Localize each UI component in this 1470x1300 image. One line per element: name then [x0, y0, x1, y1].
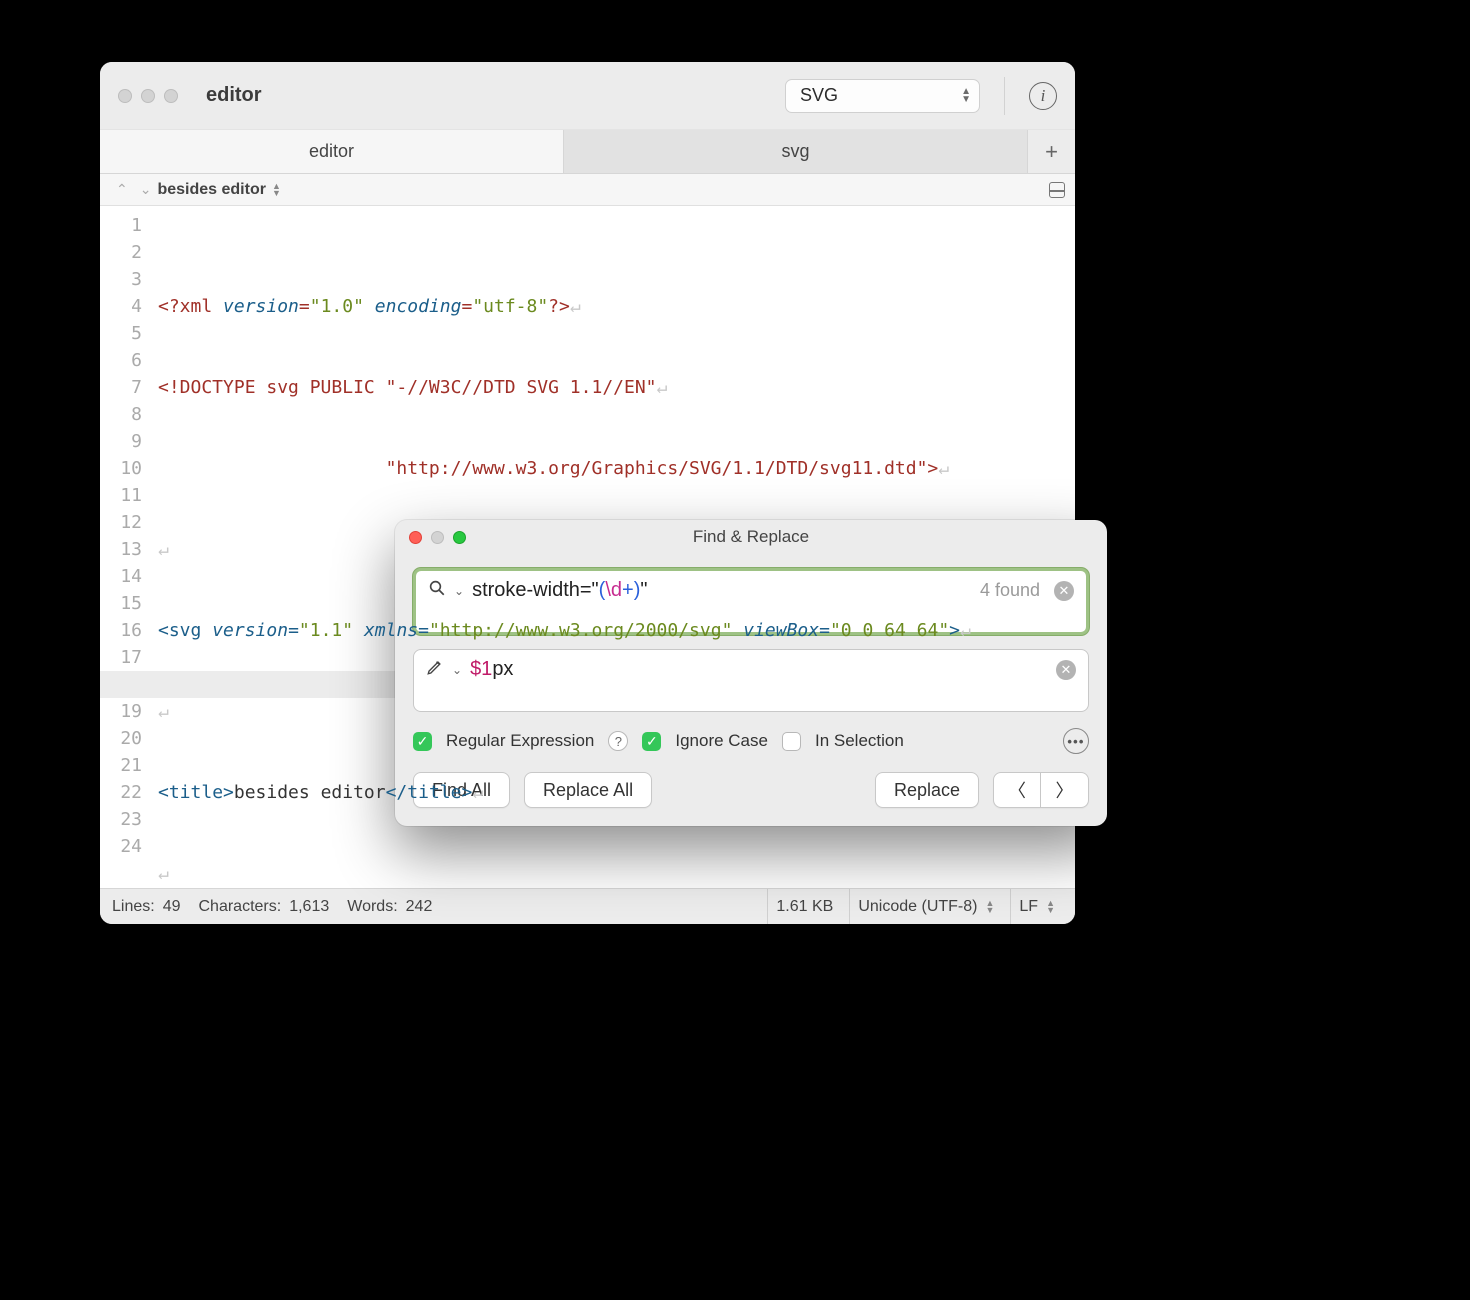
zoom-icon[interactable]: [164, 89, 178, 103]
chevron-down-icon[interactable]: ⌄: [140, 181, 152, 198]
status-lines-label: Lines:: [112, 898, 155, 916]
chevron-down-icon[interactable]: ⌄: [454, 584, 464, 598]
help-icon[interactable]: ?: [608, 731, 628, 751]
find-options: ✓ Regular Expression ? ✓ Ignore Case In …: [413, 728, 1089, 754]
regex-checkbox[interactable]: ✓: [413, 732, 432, 751]
chevron-updown-icon: ▲▼: [985, 900, 994, 914]
clear-icon[interactable]: ✕: [1054, 581, 1074, 601]
chevron-updown-icon[interactable]: ▲▼: [272, 183, 281, 197]
info-icon[interactable]: i: [1029, 82, 1057, 110]
clear-icon[interactable]: ✕: [1056, 660, 1076, 680]
tab-editor[interactable]: editor: [100, 130, 564, 173]
close-icon[interactable]: [118, 89, 132, 103]
encoding-select[interactable]: Unicode (UTF-8) ▲▼: [849, 889, 1002, 924]
chevron-down-icon[interactable]: ⌄: [452, 663, 462, 677]
traffic-lights: [118, 89, 178, 103]
editor-window: editor SVG ▲▼ i editor svg + ⌃ ⌄ besides…: [100, 62, 1075, 924]
status-chars-label: Characters:: [199, 898, 282, 916]
titlebar: editor SVG ▲▼ i: [100, 62, 1075, 130]
code-area[interactable]: <?xml version="1.0" encoding="utf-8"?>↵ …: [150, 206, 1075, 888]
path-label[interactable]: besides editor: [157, 181, 265, 199]
tab-svg[interactable]: svg: [564, 130, 1027, 173]
find-text: stroke-width="(\d+)": [472, 579, 972, 602]
ignore-case-label: Ignore Case: [675, 731, 768, 751]
divider: [1004, 77, 1005, 115]
layout-icon[interactable]: [1049, 182, 1065, 198]
replace-text: $1px: [470, 658, 1048, 681]
path-bar: ⌃ ⌄ besides editor ▲▼: [100, 174, 1075, 206]
status-bar: Lines: 49 Characters: 1,613 Words: 242 1…: [100, 888, 1075, 924]
tab-label: editor: [309, 141, 354, 162]
in-selection-checkbox[interactable]: [782, 732, 801, 751]
tab-label: svg: [781, 141, 809, 162]
search-icon: [428, 579, 446, 602]
status-words-value: 242: [406, 898, 433, 916]
status-size: 1.61 KB: [767, 889, 841, 924]
syntax-mode-select[interactable]: SVG ▲▼: [785, 79, 980, 113]
line-gutter: 123456789101112131415161718192021222324: [100, 206, 150, 888]
tab-bar: editor svg +: [100, 130, 1075, 174]
status-chars-value: 1,613: [289, 898, 329, 916]
minimize-icon[interactable]: [141, 89, 155, 103]
line-ending-select[interactable]: LF ▲▼: [1010, 889, 1063, 924]
syntax-mode-label: SVG: [800, 85, 838, 106]
more-options-icon[interactable]: •••: [1063, 728, 1089, 754]
chevron-up-icon[interactable]: ⌃: [116, 181, 128, 198]
find-count: 4 found: [980, 580, 1040, 601]
in-selection-label: In Selection: [815, 731, 904, 751]
window-title: editor: [206, 84, 775, 107]
pencil-icon: [426, 658, 444, 681]
regex-label: Regular Expression: [446, 731, 594, 751]
code-editor[interactable]: 123456789101112131415161718192021222324 …: [100, 206, 1075, 888]
add-tab-button[interactable]: +: [1027, 130, 1075, 173]
chevron-updown-icon: ▲▼: [1046, 900, 1055, 914]
ignore-case-checkbox[interactable]: ✓: [642, 732, 661, 751]
chevron-updown-icon: ▲▼: [961, 88, 971, 104]
status-lines-value: 49: [163, 898, 181, 916]
status-words-label: Words:: [347, 898, 397, 916]
